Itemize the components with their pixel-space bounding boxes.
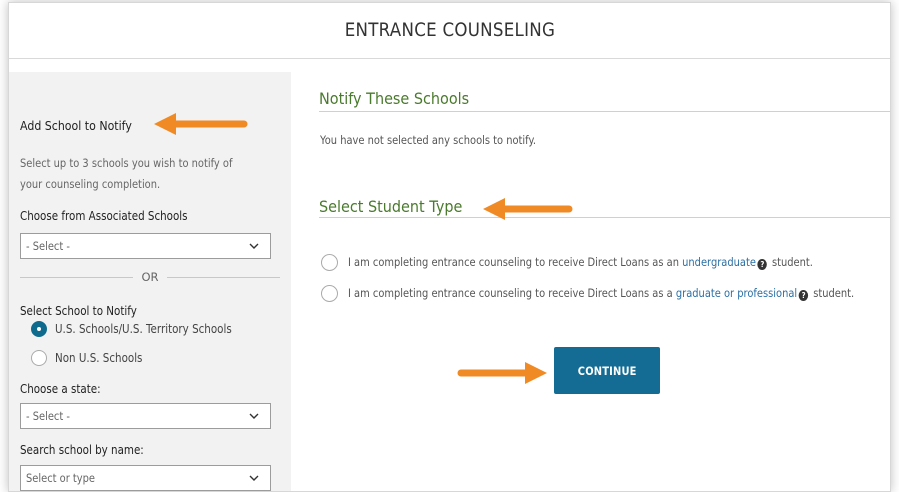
search-school-select[interactable]: Select or type — [20, 465, 271, 491]
help-circle-icon[interactable]: ? — [757, 259, 768, 270]
associated-schools-label: Choose from Associated Schools — [20, 209, 188, 223]
or-text: OR — [141, 270, 159, 284]
add-school-description: Select up to 3 schools you wish to notif… — [20, 156, 233, 191]
radio-non-us-schools-label: Non U.S. Schools — [55, 351, 143, 365]
arrow-right-icon — [457, 362, 547, 384]
search-school-value: Select or type — [26, 471, 96, 485]
option-text-suffix: student. — [813, 286, 855, 300]
notify-empty-text: You have not selected any schools to not… — [320, 133, 537, 147]
arrow-right-icon — [483, 198, 573, 220]
student-type-option-graduate[interactable]: I am completing entrance counseling to r… — [321, 285, 890, 302]
student-type-rule — [319, 217, 890, 218]
associated-schools-value: - Select - — [26, 239, 70, 253]
chevron-down-icon — [248, 410, 260, 422]
state-select-value: - Select - — [26, 409, 70, 423]
notify-schools-heading: Notify These Schools — [319, 89, 470, 108]
graduate-option-text: I am completing entrance counseling to r… — [348, 286, 854, 301]
notify-heading-rule — [319, 111, 890, 112]
state-label: Choose a state: — [20, 382, 101, 396]
option-text-prefix: I am completing entrance counseling to r… — [348, 255, 680, 269]
radio-us-schools[interactable]: U.S. Schools/U.S. Territory Schools — [31, 321, 260, 337]
student-type-option-undergraduate[interactable]: I am completing entrance counseling to r… — [321, 254, 889, 271]
radio-non-us-schools[interactable]: Non U.S. Schools — [31, 350, 157, 366]
option-text-suffix: student. — [771, 255, 813, 269]
continue-label: CONTINUE — [577, 363, 637, 378]
divider-line — [20, 276, 134, 278]
chevron-down-icon — [248, 240, 260, 252]
graduate-professional-link[interactable]: graduate or professional — [676, 286, 797, 300]
student-type-heading: Select Student Type — [319, 197, 463, 216]
radio-button[interactable] — [321, 254, 338, 271]
entrance-counseling-window: ENTRANCE COUNSELING Add School to Notify… — [8, 2, 891, 492]
option-text-prefix: I am completing entrance counseling to r… — [348, 286, 673, 300]
page-title: ENTRANCE COUNSELING — [344, 20, 555, 41]
divider-line — [166, 276, 281, 278]
chevron-down-icon — [248, 472, 260, 484]
radio-button-checked[interactable] — [31, 321, 47, 337]
undergraduate-option-text: I am completing entrance counseling to r… — [348, 255, 813, 270]
radio-button[interactable] — [31, 350, 47, 366]
radio-button[interactable] — [321, 285, 338, 302]
associated-schools-select[interactable]: - Select - — [20, 233, 271, 259]
undergraduate-link[interactable]: undergraduate — [682, 255, 756, 269]
arrow-right-icon — [154, 113, 248, 135]
continue-button[interactable]: CONTINUE — [554, 347, 660, 394]
radio-us-schools-label: U.S. Schools/U.S. Territory Schools — [55, 322, 232, 336]
select-school-label: Select School to Notify — [20, 304, 137, 318]
help-circle-icon[interactable]: ? — [798, 290, 809, 301]
add-school-heading: Add School to Notify — [20, 118, 132, 133]
page-header: ENTRANCE COUNSELING — [9, 3, 890, 59]
search-school-label: Search school by name: — [20, 443, 144, 457]
or-divider: OR — [20, 269, 281, 285]
state-select[interactable]: - Select - — [20, 403, 271, 429]
add-school-sidebar: Add School to Notify Select up to 3 scho… — [9, 72, 291, 491]
